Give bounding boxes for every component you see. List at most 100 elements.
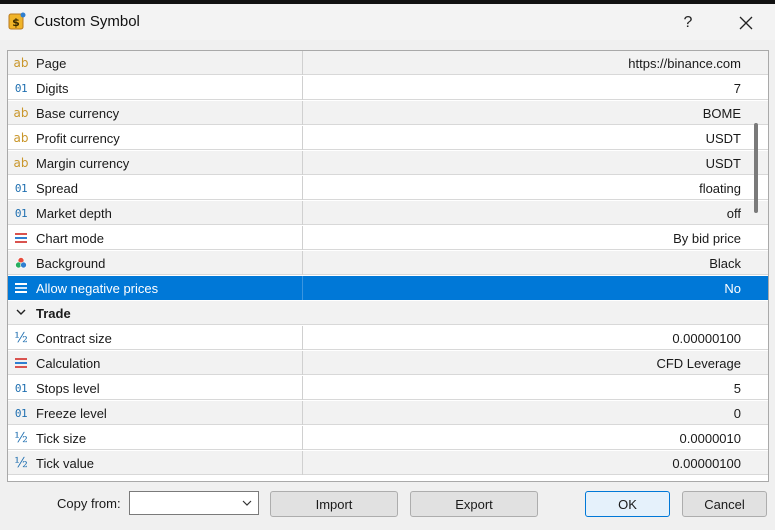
- column-divider[interactable]: [302, 351, 303, 375]
- property-value[interactable]: CFD Leverage: [656, 356, 741, 371]
- property-row[interactable]: 01 Freeze level 0: [8, 401, 768, 425]
- property-name: Background: [36, 256, 106, 271]
- close-button[interactable]: [724, 8, 768, 38]
- column-divider[interactable]: [302, 401, 303, 425]
- help-button[interactable]: ?: [666, 8, 710, 38]
- property-value[interactable]: 7: [734, 81, 741, 96]
- column-divider[interactable]: [302, 101, 303, 125]
- property-value[interactable]: off: [727, 206, 741, 221]
- property-type-icon: [13, 355, 29, 371]
- column-divider[interactable]: [302, 276, 303, 300]
- property-row[interactable]: Chart mode By bid price: [8, 226, 768, 250]
- property-row[interactable]: ab Page https://binance.com: [8, 51, 768, 75]
- property-name: Tick value: [36, 456, 95, 471]
- property-type-icon: 01: [13, 180, 29, 196]
- ok-button[interactable]: OK: [585, 491, 670, 517]
- property-row[interactable]: Allow negative prices No: [8, 276, 768, 300]
- property-value[interactable]: By bid price: [673, 231, 741, 246]
- property-type-icon: ½: [13, 430, 29, 446]
- property-value[interactable]: USDT: [706, 131, 741, 146]
- number-field-icon: 01: [14, 181, 28, 195]
- column-divider[interactable]: [302, 426, 303, 450]
- property-row[interactable]: ab Margin currency USDT: [8, 151, 768, 175]
- column-divider[interactable]: [302, 251, 303, 275]
- property-type-icon: ab: [13, 105, 29, 121]
- number-field-icon: 01: [14, 406, 28, 420]
- chevron-down-icon: [242, 500, 252, 506]
- text-field-icon: ab: [13, 131, 29, 145]
- property-row[interactable]: Calculation CFD Leverage: [8, 351, 768, 375]
- property-name: Chart mode: [36, 231, 104, 246]
- property-value[interactable]: 0: [734, 406, 741, 421]
- property-name: Digits: [36, 81, 69, 96]
- property-type-icon: [13, 280, 29, 296]
- property-grid[interactable]: ab Page https://binance.com 01 Digits 7 ab Base…: [7, 50, 769, 482]
- property-row[interactable]: ½ Tick value 0.00000100: [8, 451, 768, 475]
- property-name: Page: [36, 56, 67, 71]
- scrollbar-thumb[interactable]: [754, 123, 758, 213]
- property-name: Tick size: [36, 431, 87, 446]
- copy-from-combobox[interactable]: [129, 491, 259, 515]
- property-name: Allow negative prices: [36, 281, 159, 296]
- vertical-scrollbar[interactable]: [750, 51, 766, 479]
- text-field-icon: ab: [13, 106, 29, 120]
- copy-from-label: Copy from:: [57, 496, 121, 511]
- section-header-trade[interactable]: Trade: [8, 301, 768, 325]
- color-palette-icon: [15, 257, 27, 269]
- property-type-icon: 01: [13, 405, 29, 421]
- column-divider[interactable]: [302, 51, 303, 75]
- property-type-icon: ab: [13, 130, 29, 146]
- property-name: Contract size: [36, 331, 112, 346]
- property-value[interactable]: No: [724, 281, 741, 296]
- property-value[interactable]: floating: [699, 181, 741, 196]
- property-row[interactable]: ab Base currency BOME: [8, 101, 768, 125]
- property-name: Profit currency: [36, 131, 120, 146]
- close-icon: [739, 16, 753, 30]
- property-value[interactable]: USDT: [706, 156, 741, 171]
- svg-text:$: $: [12, 16, 20, 29]
- property-value[interactable]: 0.00000100: [672, 456, 741, 471]
- property-row[interactable]: 01 Stops level 5: [8, 376, 768, 400]
- section-title: Trade: [36, 306, 71, 321]
- fraction-icon: ½: [14, 430, 28, 446]
- property-row[interactable]: 01 Spread floating: [8, 176, 768, 200]
- chevron-down-icon[interactable]: [15, 306, 27, 318]
- column-divider[interactable]: [302, 151, 303, 175]
- property-type-icon: ½: [13, 330, 29, 346]
- list-icon: [15, 283, 27, 293]
- property-row[interactable]: Background Black: [8, 251, 768, 275]
- import-button[interactable]: Import: [270, 491, 398, 517]
- cancel-button[interactable]: Cancel: [682, 491, 767, 517]
- property-row[interactable]: ½ Tick size 0.0000010: [8, 426, 768, 450]
- number-field-icon: 01: [14, 81, 28, 95]
- property-type-icon: 01: [13, 205, 29, 221]
- property-type-icon: [13, 255, 29, 271]
- column-divider[interactable]: [302, 176, 303, 200]
- property-type-icon: ab: [13, 155, 29, 171]
- property-type-icon: 01: [13, 80, 29, 96]
- property-name: Spread: [36, 181, 78, 196]
- property-name: Calculation: [36, 356, 101, 371]
- property-value[interactable]: Black: [709, 256, 741, 271]
- property-row[interactable]: ½ Contract size 0.00000100: [8, 326, 768, 350]
- property-value[interactable]: BOME: [703, 106, 741, 121]
- column-divider[interactable]: [302, 226, 303, 250]
- property-value[interactable]: 0.0000010: [680, 431, 741, 446]
- export-button[interactable]: Export: [410, 491, 538, 517]
- property-value[interactable]: 5: [734, 381, 741, 396]
- fraction-icon: ½: [14, 455, 28, 471]
- property-value[interactable]: 0.00000100: [672, 331, 741, 346]
- column-divider[interactable]: [302, 326, 303, 350]
- property-row[interactable]: 01 Digits 7: [8, 76, 768, 100]
- property-row[interactable]: ab Profit currency USDT: [8, 126, 768, 150]
- property-value[interactable]: https://binance.com: [628, 56, 741, 71]
- column-divider[interactable]: [302, 126, 303, 150]
- property-row[interactable]: 01 Market depth off: [8, 201, 768, 225]
- column-divider[interactable]: [302, 376, 303, 400]
- column-divider[interactable]: [302, 76, 303, 100]
- property-name: Margin currency: [36, 156, 130, 171]
- column-divider[interactable]: [302, 201, 303, 225]
- property-name: Stops level: [36, 381, 100, 396]
- property-name: Market depth: [36, 206, 112, 221]
- column-divider[interactable]: [302, 451, 303, 475]
